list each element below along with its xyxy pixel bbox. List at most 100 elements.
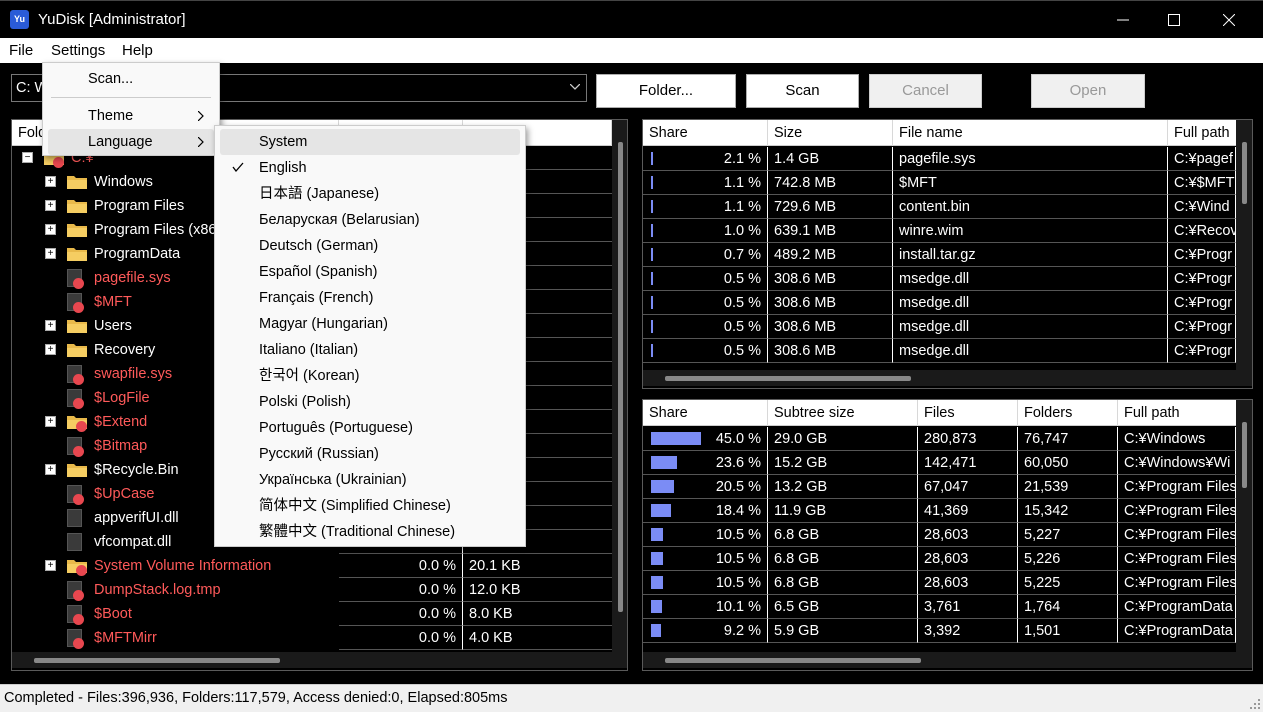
- settings-dropdown: Scan... Theme Language: [42, 62, 220, 156]
- folder-row[interactable]: 9.2 % 5.9 GB 3,392 1,501 C:¥ProgramData: [643, 619, 1236, 643]
- folder-folders: 1,764: [1018, 595, 1118, 619]
- tree-item-share: 0.0 %: [339, 554, 463, 578]
- folders-header-folders[interactable]: Folders: [1018, 400, 1118, 426]
- language-option[interactable]: Беларуская (Belarusian): [220, 207, 520, 233]
- folder-folders: 21,539: [1018, 475, 1118, 499]
- files-header-size[interactable]: Size: [768, 120, 893, 146]
- files-horizontal-scrollbar[interactable]: [643, 370, 1252, 386]
- language-option[interactable]: Español (Spanish): [220, 259, 520, 285]
- expand-toggle[interactable]: +: [45, 248, 56, 259]
- file-share-cell: 0.7 %: [643, 243, 768, 267]
- menu-settings[interactable]: Settings: [51, 42, 105, 59]
- language-option[interactable]: Deutsch (German): [220, 233, 520, 259]
- expand-toggle[interactable]: +: [45, 320, 56, 331]
- folder-button[interactable]: Folder...: [596, 74, 736, 108]
- files-header-share[interactable]: Share: [643, 120, 768, 146]
- settings-scan-item[interactable]: Scan...: [48, 66, 214, 92]
- tree-row[interactable]: + System Volume Information 0.0 % 20.1 KB: [12, 554, 612, 578]
- folders-vertical-scrollbar[interactable]: [1236, 400, 1252, 652]
- protected-shield-icon: [76, 565, 87, 576]
- menu-help[interactable]: Help: [122, 42, 153, 59]
- language-option[interactable]: 简体中文 (Simplified Chinese): [220, 493, 520, 519]
- folder-icon: [67, 344, 87, 357]
- file-row[interactable]: 0.5 % 308.6 MB msedge.dll C:¥Progr: [643, 291, 1236, 315]
- file-row[interactable]: 0.5 % 308.6 MB msedge.dll C:¥Progr: [643, 315, 1236, 339]
- tree-item-size: 20.1 KB: [463, 554, 612, 578]
- tree-horizontal-scroll-thumb[interactable]: [34, 658, 280, 663]
- settings-language-item[interactable]: Language: [48, 129, 214, 155]
- folder-files: 28,603: [918, 571, 1018, 595]
- language-option[interactable]: System: [220, 129, 520, 155]
- file-row[interactable]: 1.1 % 729.6 MB content.bin C:¥Wind: [643, 195, 1236, 219]
- expand-toggle[interactable]: +: [45, 224, 56, 235]
- folder-folders: 5,226: [1018, 547, 1118, 571]
- folders-horizontal-scrollbar[interactable]: [643, 652, 1252, 668]
- tree-horizontal-scrollbar[interactable]: [12, 652, 627, 668]
- minimize-button[interactable]: [1100, 1, 1146, 39]
- file-row[interactable]: 0.7 % 489.2 MB install.tar.gz C:¥Progr: [643, 243, 1236, 267]
- expand-toggle[interactable]: +: [45, 176, 56, 187]
- file-path: C:¥$MFT: [1168, 171, 1236, 195]
- folders-header-subtree-size[interactable]: Subtree size: [768, 400, 918, 426]
- tree-vertical-scroll-thumb[interactable]: [618, 142, 623, 612]
- folder-row[interactable]: 10.5 % 6.8 GB 28,603 5,226 C:¥Program Files: [643, 547, 1236, 571]
- folder-row[interactable]: 45.0 % 29.0 GB 280,873 76,747 C:¥Windows: [643, 427, 1236, 451]
- resize-grip-icon[interactable]: [1250, 699, 1260, 709]
- language-option[interactable]: 日本語 (Japanese): [220, 181, 520, 207]
- folders-header-files[interactable]: Files: [918, 400, 1018, 426]
- folders-horizontal-scroll-thumb[interactable]: [665, 658, 921, 663]
- folder-row[interactable]: 10.5 % 6.8 GB 28,603 5,225 C:¥Program Files: [643, 571, 1236, 595]
- folder-row[interactable]: 20.5 % 13.2 GB 67,047 21,539 C:¥Program File…: [643, 475, 1236, 499]
- file-row[interactable]: 1.1 % 742.8 MB $MFT C:¥$MFT: [643, 171, 1236, 195]
- language-option[interactable]: English: [220, 155, 520, 181]
- language-option[interactable]: Português (Portuguese): [220, 415, 520, 441]
- close-button[interactable]: [1206, 1, 1252, 39]
- tree-vertical-scrollbar[interactable]: [612, 120, 627, 656]
- expand-toggle[interactable]: +: [45, 416, 56, 427]
- file-size: 308.6 MB: [768, 339, 893, 363]
- tree-row[interactable]: DumpStack.log.tmp 0.0 % 12.0 KB: [12, 578, 612, 602]
- expand-toggle[interactable]: +: [45, 200, 56, 211]
- file-row[interactable]: 2.1 % 1.4 GB pagefile.sys C:¥pagef: [643, 147, 1236, 171]
- file-row[interactable]: 0.5 % 308.6 MB msedge.dll C:¥Progr: [643, 339, 1236, 363]
- files-vertical-scrollbar[interactable]: [1236, 120, 1252, 370]
- folder-files: 28,603: [918, 523, 1018, 547]
- expand-toggle[interactable]: +: [45, 464, 56, 475]
- language-option[interactable]: Українська (Ukrainian): [220, 467, 520, 493]
- folder-row[interactable]: 23.6 % 15.2 GB 142,471 60,050 C:¥Windows¥Wi: [643, 451, 1236, 475]
- tree-row[interactable]: $MFTMirr 0.0 % 4.0 KB: [12, 626, 612, 650]
- files-horizontal-scroll-thumb[interactable]: [665, 376, 911, 381]
- folder-share: 10.1 %: [715, 599, 761, 615]
- language-option[interactable]: Français (French): [220, 285, 520, 311]
- cancel-button[interactable]: Cancel: [869, 74, 982, 108]
- folder-row[interactable]: 10.1 % 6.5 GB 3,761 1,764 C:¥ProgramData: [643, 595, 1236, 619]
- language-option[interactable]: Italiano (Italian): [220, 337, 520, 363]
- folder-row[interactable]: 18.4 % 11.9 GB 41,369 15,342 C:¥Program File…: [643, 499, 1236, 523]
- file-row[interactable]: 1.0 % 639.1 MB winre.wim C:¥Recov: [643, 219, 1236, 243]
- language-option[interactable]: 繁體中文 (Traditional Chinese): [220, 519, 520, 545]
- menu-file[interactable]: File: [9, 42, 33, 59]
- settings-theme-item[interactable]: Theme: [48, 103, 214, 129]
- maximize-button[interactable]: [1151, 1, 1197, 39]
- tree-row[interactable]: $Boot 0.0 % 8.0 KB: [12, 602, 612, 626]
- files-vertical-scroll-thumb[interactable]: [1242, 142, 1247, 204]
- language-option[interactable]: Magyar (Hungarian): [220, 311, 520, 337]
- scan-button[interactable]: Scan: [746, 74, 859, 108]
- folders-vertical-scroll-thumb[interactable]: [1242, 422, 1247, 488]
- file-name: msedge.dll: [893, 315, 1168, 339]
- expand-toggle[interactable]: +: [45, 560, 56, 571]
- language-option[interactable]: 한국어 (Korean): [220, 363, 520, 389]
- open-button[interactable]: Open: [1031, 74, 1145, 108]
- language-option[interactable]: Русский (Russian): [220, 441, 520, 467]
- file-row[interactable]: 0.5 % 308.6 MB msedge.dll C:¥Progr: [643, 267, 1236, 291]
- file-path: C:¥Recov: [1168, 219, 1236, 243]
- files-header-name[interactable]: File name: [893, 120, 1168, 146]
- file-name: install.tar.gz: [893, 243, 1168, 267]
- folder-share: 10.5 %: [715, 527, 761, 543]
- folders-header-share[interactable]: Share: [643, 400, 768, 426]
- language-option[interactable]: Polski (Polish): [220, 389, 520, 415]
- folders-header-path[interactable]: Full path: [1118, 400, 1252, 426]
- folder-row[interactable]: 10.5 % 6.8 GB 28,603 5,227 C:¥Program Files: [643, 523, 1236, 547]
- expand-toggle[interactable]: +: [45, 344, 56, 355]
- collapse-toggle[interactable]: −: [22, 152, 33, 163]
